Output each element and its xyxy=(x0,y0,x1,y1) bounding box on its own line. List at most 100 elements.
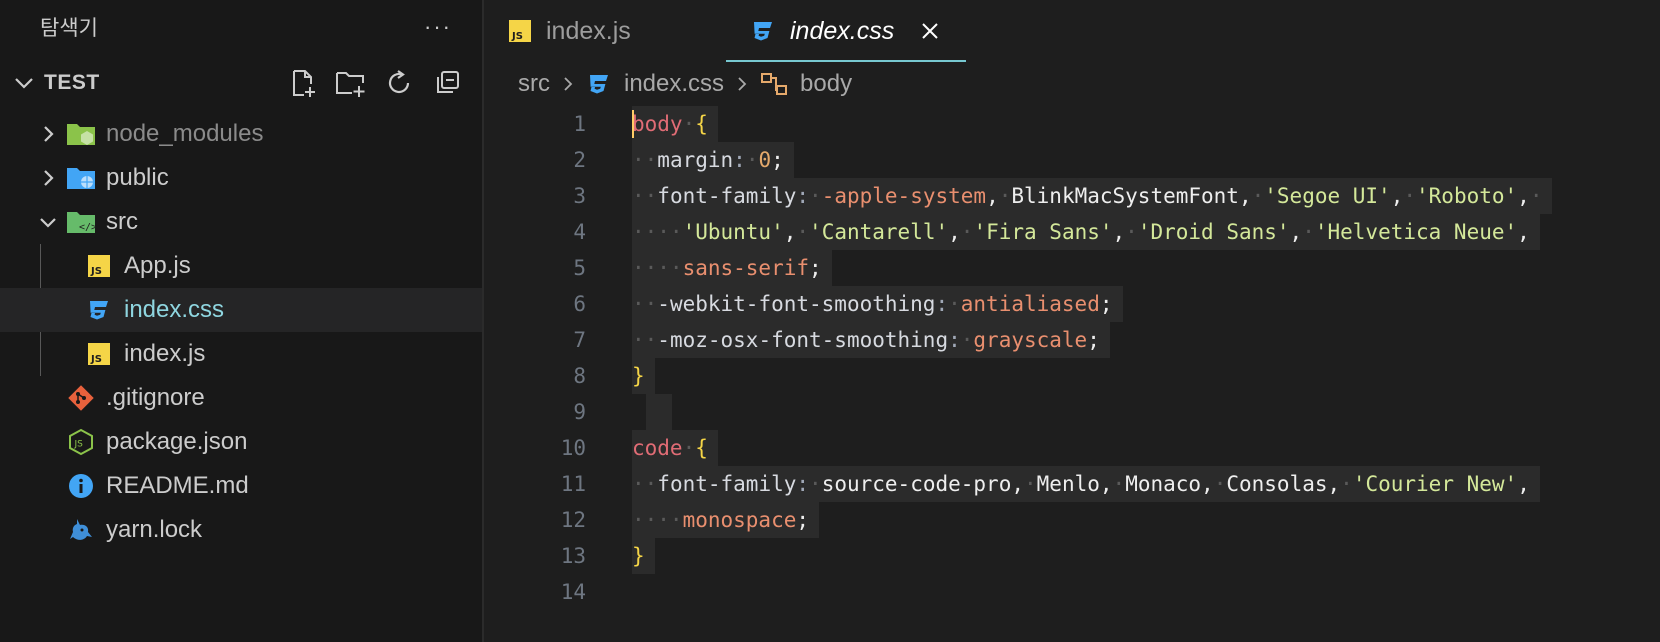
line-content: code ·{ xyxy=(632,430,718,466)
tree-item-node-modules[interactable]: node_modules xyxy=(0,112,482,156)
tree-item-label: node_modules xyxy=(106,120,264,147)
workspace-title: TEST xyxy=(44,71,100,94)
svg-text:JS: JS xyxy=(74,440,84,450)
tree-item-gitignore[interactable]: .gitignore xyxy=(0,376,482,420)
line-content: ·· font-family: · -apple-system, · BlinkMacSy… xyxy=(632,178,1553,214)
chevron-down-icon[interactable] xyxy=(10,69,38,97)
svg-text:JS: JS xyxy=(90,266,102,277)
tree-item-app-js[interactable]: JS App.js xyxy=(0,244,482,288)
text-cursor xyxy=(632,110,634,138)
line-content: ···· 'Ubuntu', · 'Cantarell', · 'Fira Sans', ·… xyxy=(632,214,1540,250)
chevron-right-icon xyxy=(734,75,750,93)
more-actions-icon[interactable]: ··· xyxy=(424,14,452,40)
code-line: 11 ·· font-family: · source-code-pro, · Menlo… xyxy=(484,466,1660,502)
line-content: ···· monospace; xyxy=(632,502,820,538)
line-number: 9 xyxy=(573,400,586,424)
line-number: 4 xyxy=(573,220,586,244)
explorer-sidebar: 탐색기 ··· TEST node_modules public </> src… xyxy=(0,0,484,642)
svg-text:JS: JS xyxy=(90,354,102,365)
tree-item-label: package.json xyxy=(106,428,248,455)
tab-label: index.js xyxy=(546,16,631,45)
code-line: 4 ···· 'Ubuntu', · 'Cantarell', · 'Fira Sans'… xyxy=(484,214,1660,250)
tree-item-label: .gitignore xyxy=(106,384,205,411)
breadcrumb-file[interactable]: index.css xyxy=(624,70,724,98)
new-file-icon[interactable] xyxy=(286,66,320,100)
js-file-icon: JS xyxy=(84,251,114,281)
line-number: 14 xyxy=(560,580,586,604)
line-content xyxy=(646,394,672,430)
breadcrumb-folder[interactable]: src xyxy=(518,70,550,98)
code-line: 7 ·· -moz-osx-font-smoothing: · grayscale; xyxy=(484,322,1660,358)
line-content: ···· sans-serif; xyxy=(632,250,832,286)
yarn-icon xyxy=(66,515,96,545)
public-folder-icon xyxy=(66,163,96,193)
tree-item-index-js[interactable]: JS index.js xyxy=(0,332,482,376)
chevron-down-icon[interactable] xyxy=(36,210,60,234)
tab-label: index.css xyxy=(790,16,895,45)
editor-area: JS index.js index.css src index.css body… xyxy=(484,0,1660,642)
line-number: 13 xyxy=(560,544,586,568)
line-content: ·· -webkit-font-smoothing: · antialiased; xyxy=(632,286,1123,322)
chevron-right-icon[interactable] xyxy=(36,166,60,190)
css-file-icon xyxy=(586,71,612,97)
editor-tabs: JS index.js index.css xyxy=(484,0,1660,62)
code-line: 13 } xyxy=(484,538,1660,574)
code-line: 2 ·· margin: · 0; xyxy=(484,142,1660,178)
line-number: 8 xyxy=(573,364,586,388)
code-line: 6 ·· -webkit-font-smoothing: · antialiased; xyxy=(484,286,1660,322)
file-tree: node_modules public </> src JS App.js in… xyxy=(0,112,482,552)
line-content: ·· -moz-osx-font-smoothing: · grayscale; xyxy=(632,322,1110,358)
close-icon[interactable] xyxy=(920,21,940,41)
line-number: 3 xyxy=(573,184,586,208)
svg-text:JS: JS xyxy=(511,31,523,42)
tree-item-label: public xyxy=(106,164,169,191)
explorer-title: 탐색기 xyxy=(40,17,98,40)
tree-item-label: index.css xyxy=(124,296,225,323)
line-content: ·· font-family: · source-code-pro, · Menlo, · M… xyxy=(632,466,1540,502)
code-line: 3 ·· font-family: · -apple-system, · BlinkMac… xyxy=(484,178,1660,214)
refresh-icon[interactable] xyxy=(382,66,416,100)
tree-item-package-json[interactable]: JS package.json xyxy=(0,420,482,464)
chevron-right-icon[interactable] xyxy=(36,122,60,146)
js-file-icon: JS xyxy=(84,339,114,369)
code-line: 12 ···· monospace; xyxy=(484,502,1660,538)
css-file-icon xyxy=(750,18,776,44)
tab-index-js[interactable]: JS index.js xyxy=(484,0,726,62)
tab-index-css[interactable]: index.css xyxy=(726,0,967,62)
line-number: 1 xyxy=(573,112,586,136)
chevron-right-icon xyxy=(560,75,576,93)
line-number: 12 xyxy=(560,508,586,532)
code-line: 9 xyxy=(484,394,1660,430)
line-content xyxy=(632,574,642,610)
line-content: ·· margin: · 0; xyxy=(632,142,794,178)
line-content: body ·{ xyxy=(632,106,718,142)
collapse-all-icon[interactable] xyxy=(430,66,464,100)
code-line: 5 ···· sans-serif; xyxy=(484,250,1660,286)
svg-text:</>: </> xyxy=(79,222,96,233)
tree-item-readme[interactable]: README.md xyxy=(0,464,482,508)
tree-item-label: App.js xyxy=(124,252,191,279)
git-file-icon xyxy=(66,383,96,413)
workspace-section-header[interactable]: TEST xyxy=(0,54,482,112)
src-folder-icon: </> xyxy=(66,207,96,237)
tree-item-label: index.js xyxy=(124,340,206,367)
line-number: 5 xyxy=(573,256,586,280)
tree-item-src[interactable]: </> src xyxy=(0,200,482,244)
tree-item-public[interactable]: public xyxy=(0,156,482,200)
code-line: 1 body ·{ xyxy=(484,106,1660,142)
line-number: 6 xyxy=(573,292,586,316)
tree-item-label: yarn.lock xyxy=(106,516,203,543)
breadcrumb-symbol[interactable]: body xyxy=(800,70,852,98)
code-line: 14 xyxy=(484,574,1660,610)
code-line: 10 code ·{ xyxy=(484,430,1660,466)
line-content: } xyxy=(632,358,655,394)
code-editor[interactable]: 1 body ·{ 2 ·· margin: · 0; 3 ·· font-family:… xyxy=(484,106,1660,610)
line-number: 11 xyxy=(560,472,586,496)
new-folder-icon[interactable] xyxy=(334,66,368,100)
tree-item-yarn-lock[interactable]: yarn.lock xyxy=(0,508,482,552)
explorer-header: 탐색기 ··· xyxy=(0,0,482,54)
line-content: } xyxy=(632,538,655,574)
tree-item-index-css[interactable]: index.css xyxy=(0,288,482,332)
breadcrumb: src index.css body xyxy=(484,62,1660,106)
line-number: 7 xyxy=(573,328,586,352)
